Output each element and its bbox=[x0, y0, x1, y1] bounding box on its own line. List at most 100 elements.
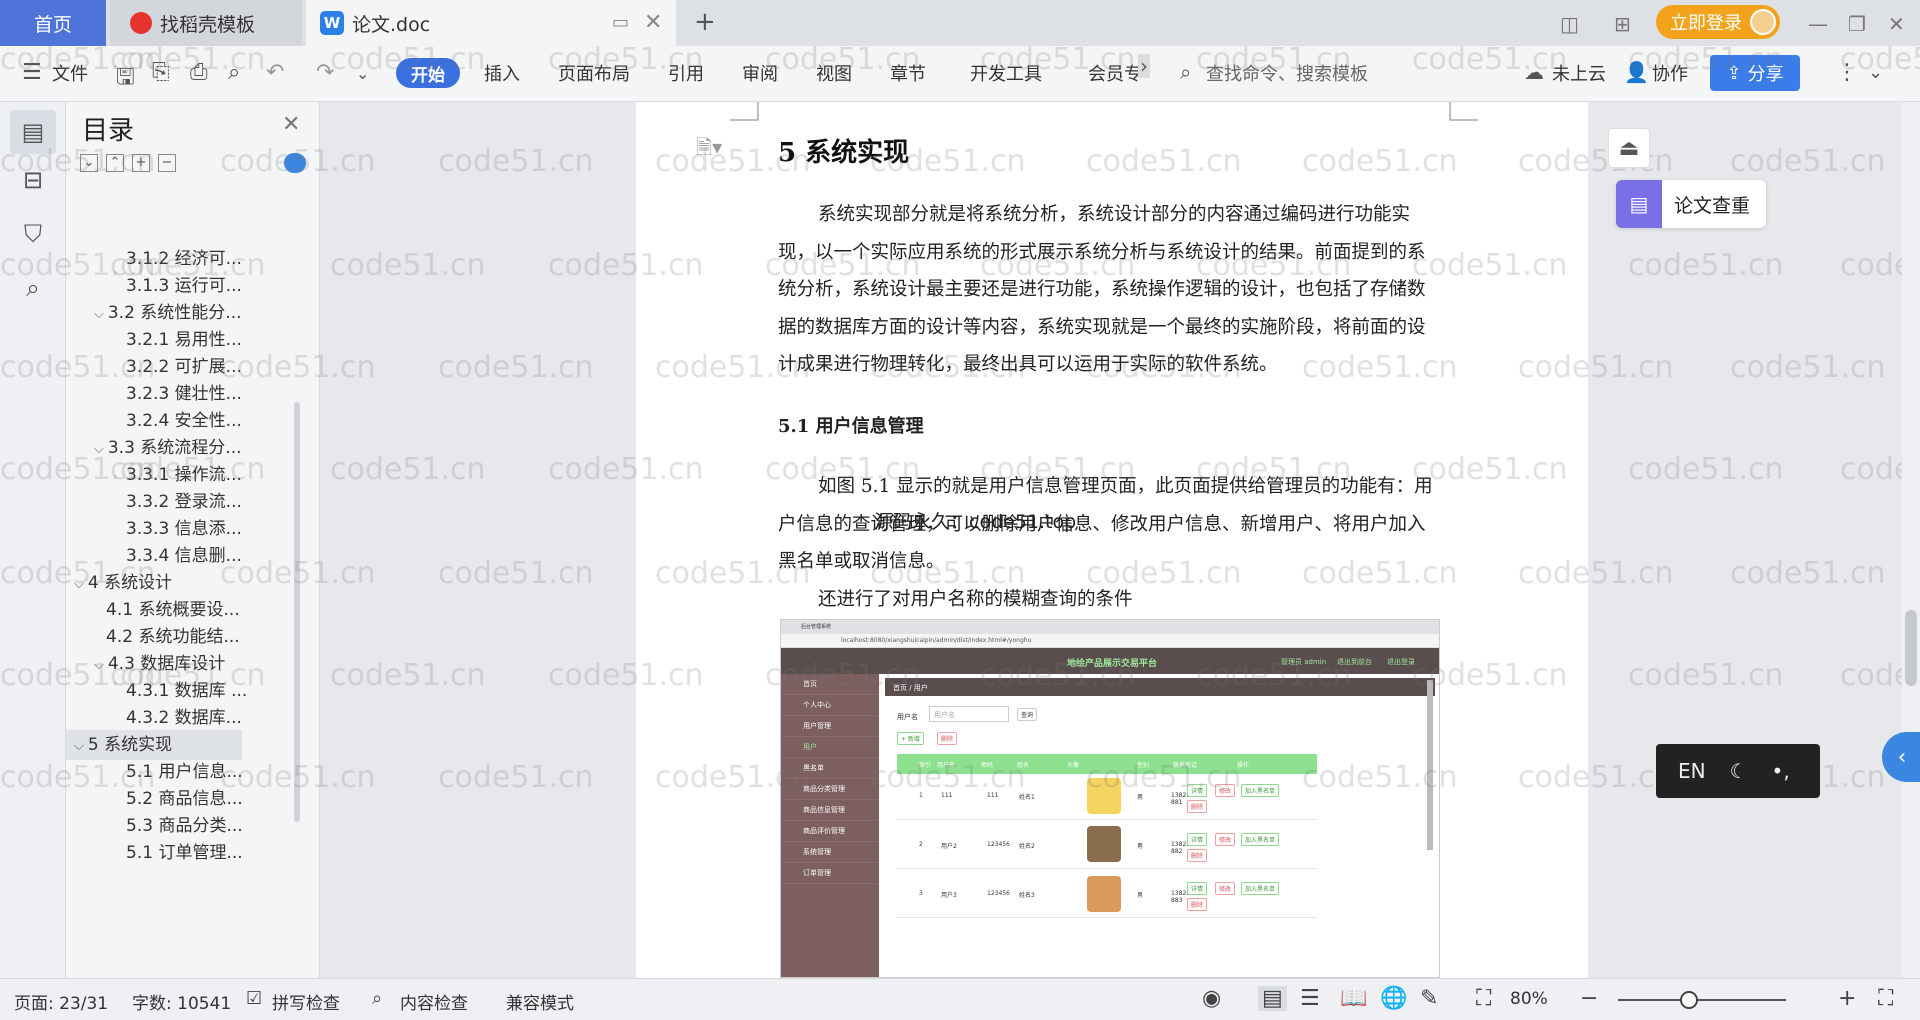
toc-item[interactable]: 5.3 商品分类... bbox=[126, 811, 243, 841]
toc-item[interactable]: 5.1 订单管理... bbox=[126, 838, 243, 868]
chevron-down-icon[interactable]: ⌵ bbox=[94, 307, 104, 322]
print-preview-icon[interactable]: ⌕ bbox=[228, 60, 240, 85]
apps-grid-icon[interactable]: ⊞ bbox=[1614, 12, 1631, 36]
pen-icon[interactable]: ✎ bbox=[1420, 986, 1438, 1011]
new-tab-icon[interactable]: + bbox=[694, 7, 716, 37]
content-check-button[interactable]: 内容检查 bbox=[400, 989, 468, 1014]
collapse-ribbon-icon[interactable]: ⌄ bbox=[1868, 62, 1883, 83]
layout-icon[interactable]: ◫ bbox=[1560, 12, 1579, 36]
toc-item[interactable]: ⌵ 4 系统设计 bbox=[74, 568, 172, 598]
minimize-icon[interactable]: — bbox=[1808, 12, 1828, 36]
zoom-out-icon[interactable]: − bbox=[1580, 986, 1598, 1011]
toc-item[interactable]: 3.1.2 经济可... bbox=[126, 244, 242, 274]
redo-icon[interactable]: ↷ bbox=[316, 60, 334, 85]
tab-chapter[interactable]: 章节 bbox=[890, 60, 926, 86]
bookmark-icon[interactable]: ⛉ bbox=[17, 218, 49, 250]
cloud-status[interactable]: 未上云 bbox=[1552, 60, 1606, 86]
toc-item[interactable]: ⌵ 5 系统实现 bbox=[66, 730, 242, 760]
chevron-down-icon[interactable]: ⌵ bbox=[94, 442, 104, 457]
toc-item[interactable]: 3.3.1 操作流... bbox=[126, 460, 242, 490]
toc-scrollbar[interactable] bbox=[294, 402, 300, 822]
collapse-panel-icon[interactable]: ⏏ bbox=[1608, 128, 1650, 168]
toc-item[interactable]: 3.1.3 运行可... bbox=[126, 271, 242, 301]
find-icon[interactable]: ⌕ bbox=[17, 272, 49, 304]
tab-home[interactable]: 首页 bbox=[0, 0, 106, 46]
search-icon[interactable]: ⌕ bbox=[1180, 60, 1191, 84]
cloud-icon[interactable]: ☁ bbox=[1524, 60, 1544, 84]
tab-insert[interactable]: 插入 bbox=[484, 60, 520, 86]
add-level-icon[interactable]: + bbox=[132, 154, 150, 172]
toc-item[interactable]: 3.2.4 安全性... bbox=[126, 406, 242, 436]
outline-view-icon[interactable]: ☰ bbox=[1300, 986, 1320, 1011]
chevron-down-icon[interactable]: ⌵ bbox=[74, 739, 84, 754]
toc-item[interactable]: 4.3.2 数据库... bbox=[126, 703, 242, 733]
read-mode-icon[interactable]: 📖 bbox=[1340, 986, 1367, 1011]
command-search-input[interactable]: 查找命令、搜索模板 bbox=[1206, 60, 1368, 86]
toc-item[interactable]: 4.1 系统概要设... bbox=[106, 595, 240, 625]
web-view-icon[interactable]: 🌐 bbox=[1380, 986, 1407, 1011]
toc-icon[interactable]: ▤ bbox=[10, 110, 56, 154]
screen-icon[interactable]: ▭ bbox=[612, 12, 629, 33]
eye-protect-icon[interactable]: ◉ bbox=[1202, 986, 1221, 1011]
tab-daoke[interactable]: 找稻壳模板 bbox=[110, 0, 302, 46]
word-count[interactable]: 字数: 10541 bbox=[132, 989, 231, 1014]
export-icon[interactable]: ⎘ bbox=[152, 60, 170, 85]
tab-reference[interactable]: 引用 bbox=[668, 60, 704, 86]
toc-item[interactable]: 4.2 系统功能结... bbox=[106, 622, 240, 652]
tab-member[interactable]: 会员专 bbox=[1088, 60, 1142, 86]
toc-item[interactable]: ⌵ 4.3 数据库设计 bbox=[94, 649, 225, 679]
close-window-icon[interactable]: ✕ bbox=[1888, 12, 1905, 36]
toc-item[interactable]: ⌵ 3.2 系统性能分... bbox=[94, 298, 242, 328]
login-button[interactable]: 立即登录 bbox=[1656, 5, 1780, 39]
undo-icon[interactable]: ↶ bbox=[266, 60, 284, 85]
tab-review[interactable]: 审阅 bbox=[742, 60, 778, 86]
more-options-icon[interactable]: ⋮ bbox=[1836, 60, 1858, 85]
file-menu[interactable]: 文件 bbox=[52, 60, 88, 86]
vertical-scrollbar[interactable] bbox=[1902, 102, 1920, 978]
remove-level-icon[interactable]: − bbox=[158, 154, 176, 172]
toc-item[interactable]: 3.2.3 健壮性... bbox=[126, 379, 242, 409]
chevron-down-icon[interactable]: ⌵ bbox=[94, 658, 104, 673]
toc-item[interactable]: 5.1 用户信息... bbox=[126, 757, 243, 787]
page-view-icon[interactable]: ▤ bbox=[1258, 986, 1287, 1011]
document-icon[interactable]: 🗎▾ bbox=[696, 133, 722, 167]
navigation-icon[interactable]: ⊟ bbox=[17, 164, 49, 196]
spell-check-button[interactable]: 拼写检查 bbox=[272, 989, 340, 1014]
input-method-widget[interactable]: EN ☾ •, bbox=[1656, 744, 1820, 798]
zoom-slider-knob[interactable] bbox=[1680, 991, 1698, 1009]
zoom-in-icon[interactable]: + bbox=[1838, 986, 1856, 1011]
tab-document[interactable]: W 论文.doc ▭ ✕ bbox=[306, 0, 676, 46]
close-tab-icon[interactable]: ✕ bbox=[644, 10, 662, 35]
fit-page-icon[interactable]: ⛶ bbox=[1476, 986, 1491, 1011]
toc-item[interactable]: 3.3.2 登录流... bbox=[126, 487, 242, 517]
toc-item[interactable]: 3.3.4 信息删... bbox=[126, 541, 242, 571]
page-indicator[interactable]: 页面: 23/31 bbox=[14, 989, 108, 1014]
tab-page-layout[interactable]: 页面布局 bbox=[558, 60, 630, 86]
tab-view[interactable]: 视图 bbox=[816, 60, 852, 86]
fullscreen-icon[interactable]: ⛶ bbox=[1878, 986, 1893, 1011]
chevron-down-icon[interactable]: ⌵ bbox=[74, 577, 84, 592]
tab-start[interactable]: 开始 bbox=[396, 58, 460, 88]
toc-item[interactable]: 3.2.2 可扩展... bbox=[126, 352, 242, 382]
print-icon[interactable]: ⎙ bbox=[190, 60, 208, 85]
toc-item[interactable]: ⌵ 3.3 系统流程分... bbox=[94, 433, 242, 463]
toc-settings-icon[interactable] bbox=[284, 153, 306, 173]
toc-item[interactable]: 5.2 商品信息... bbox=[126, 784, 243, 814]
close-icon[interactable]: ✕ bbox=[282, 112, 300, 137]
more-tabs-icon[interactable]: › bbox=[1138, 54, 1150, 78]
collab-button[interactable]: 协作 bbox=[1652, 60, 1688, 86]
chevron-down-icon[interactable]: ⌄ bbox=[356, 64, 369, 83]
menu-icon[interactable]: ☰ bbox=[22, 60, 42, 85]
tab-developer[interactable]: 开发工具 bbox=[970, 60, 1042, 86]
collapse-up-icon[interactable]: ⌃ bbox=[106, 154, 124, 172]
collab-icon[interactable]: 👤 bbox=[1624, 60, 1649, 84]
save-icon[interactable]: 🖫 bbox=[116, 60, 135, 98]
toc-item[interactable]: 3.2.1 易用性... bbox=[126, 325, 242, 355]
toc-item[interactable]: 3.3.3 信息添... bbox=[126, 514, 242, 544]
zoom-slider[interactable] bbox=[1618, 999, 1786, 1001]
paper-check-button[interactable]: ▤ 论文查重 bbox=[1616, 180, 1766, 228]
share-button[interactable]: ⇪ 分享 bbox=[1710, 55, 1800, 91]
zoom-level[interactable]: 80% bbox=[1510, 989, 1548, 1009]
toc-item[interactable]: 4.3.1 数据库 ... bbox=[126, 676, 247, 706]
expand-down-icon[interactable]: ⌄ bbox=[80, 154, 98, 172]
